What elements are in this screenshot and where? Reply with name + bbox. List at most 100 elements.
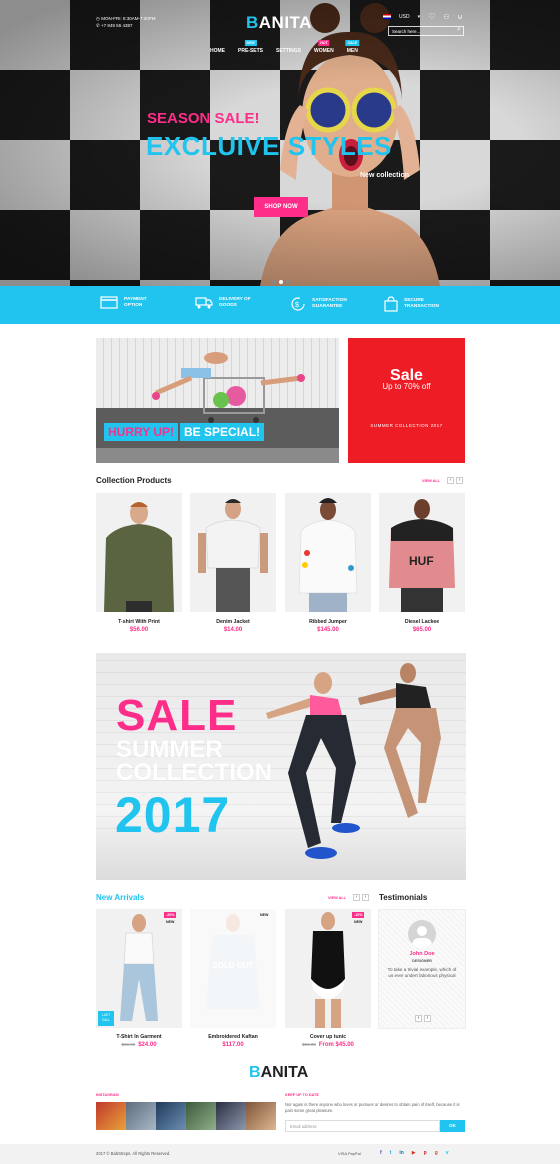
- view-all-link[interactable]: VIEW ALL: [422, 479, 440, 483]
- svg-text:$: $: [295, 302, 299, 309]
- logo-text: ANITA: [260, 1064, 309, 1081]
- slider-dot[interactable]: [272, 280, 276, 284]
- subscribe-button[interactable]: OK: [440, 1120, 465, 1132]
- product-name[interactable]: Ribbed Jumper: [285, 619, 371, 625]
- hero-subtitle: New collection: [360, 172, 410, 179]
- collection-arrows: ‹ ›: [447, 477, 463, 484]
- nav-women[interactable]: HOT WOMEN: [314, 40, 334, 54]
- instagram-photo[interactable]: [156, 1102, 186, 1130]
- header-tools: USD ▾ ♡ ⚇ ⊍: [383, 12, 463, 21]
- nav-tag-sale: SALE: [345, 40, 359, 46]
- testimonials-title: Testimonials: [379, 893, 428, 902]
- product-price: $14.00: [223, 627, 243, 633]
- slider-dot[interactable]: [286, 280, 290, 284]
- social-links: f t in ▶ p g v: [380, 1150, 449, 1156]
- email-field[interactable]: Email address: [285, 1120, 440, 1132]
- product-price: $24.00: [138, 1042, 157, 1048]
- arrivals-arrows: ‹ ›: [353, 894, 369, 901]
- nav-presets[interactable]: NEW PRE-SETS: [238, 40, 264, 54]
- product-name[interactable]: Denim Jacket: [190, 619, 276, 625]
- product-image[interactable]: [96, 493, 182, 612]
- product-image[interactable]: [190, 493, 276, 612]
- collection-title: Collection Products: [96, 476, 172, 485]
- product-image[interactable]: HUF: [379, 493, 465, 612]
- nav-settings[interactable]: SETTINGS: [276, 48, 301, 54]
- logo-initial: B: [249, 1064, 261, 1081]
- product-name[interactable]: Diesel Lackee: [379, 619, 465, 625]
- last-call-badge: LAST CALL: [98, 1011, 114, 1026]
- footer-logo[interactable]: BANITA: [249, 1064, 308, 1082]
- logo-text: ANITA: [258, 13, 312, 32]
- pinterest-icon[interactable]: p: [424, 1150, 427, 1156]
- next-arrow-icon[interactable]: ›: [362, 894, 369, 901]
- instagram-photo[interactable]: [216, 1102, 246, 1130]
- product-price: From $45.00: [318, 1042, 354, 1048]
- instagram-title: INSTAGRAM: [96, 1093, 119, 1097]
- summer-word: SUMMER: [116, 736, 223, 763]
- product-name[interactable]: T-shirt With Print: [96, 619, 182, 625]
- chevron-down-icon[interactable]: ▾: [418, 14, 421, 20]
- prev-arrow-icon[interactable]: ‹: [447, 477, 454, 484]
- phone-icon: ✆: [96, 23, 100, 28]
- nav-label: PRE-SETS: [238, 48, 264, 54]
- user-icon[interactable]: ⚇: [443, 13, 449, 21]
- nav-men[interactable]: SALE MEN: [345, 40, 359, 54]
- nav-tag-hot: HOT: [318, 40, 330, 46]
- instagram-gallery: [96, 1102, 276, 1130]
- product-image[interactable]: [285, 493, 371, 612]
- nav-home[interactable]: HOME: [210, 48, 225, 54]
- product-price: $65.00: [412, 627, 432, 633]
- product-price: $145.00: [317, 627, 339, 633]
- product-image[interactable]: SOLD OUT: [190, 909, 276, 1028]
- site-logo[interactable]: BANITA: [246, 13, 312, 33]
- logo-initial: B: [246, 13, 259, 32]
- flag-icon[interactable]: [383, 14, 391, 19]
- promo-banner-sale[interactable]: Sale Up to 70% off SUMMER COLLECTION 201…: [348, 338, 465, 463]
- prev-arrow-icon[interactable]: ‹: [353, 894, 360, 901]
- googleplus-icon[interactable]: g: [435, 1150, 438, 1156]
- discount-badge: -20%: [164, 912, 177, 918]
- sale-discount: Up to 70% off: [382, 382, 431, 391]
- currency-selector[interactable]: USD: [399, 14, 410, 20]
- twitter-icon[interactable]: t: [390, 1150, 392, 1156]
- instagram-photo[interactable]: [126, 1102, 156, 1130]
- product-price: $117.00: [222, 1042, 244, 1048]
- cart-icon[interactable]: ⊍: [458, 13, 463, 21]
- vimeo-icon[interactable]: v: [446, 1150, 449, 1156]
- linkedin-icon[interactable]: in: [399, 1150, 403, 1156]
- youtube-icon[interactable]: ▶: [412, 1150, 416, 1156]
- facebook-icon[interactable]: f: [380, 1150, 382, 1156]
- view-all-link[interactable]: VIEW ALL: [328, 896, 346, 900]
- avatar: [408, 920, 436, 948]
- sold-out-label: SOLD OUT: [212, 961, 254, 970]
- summer-year: 2017: [115, 787, 231, 843]
- search-input[interactable]: Search here...: [388, 26, 464, 36]
- next-arrow-icon[interactable]: ›: [424, 1015, 431, 1022]
- svg-text:HUF: HUF: [409, 554, 434, 568]
- product-name[interactable]: T-Shirt In Garment: [96, 1034, 182, 1040]
- testimonial-role: DESIGNER: [412, 959, 432, 963]
- phone-number[interactable]: +7 849 55 4387: [101, 23, 132, 28]
- next-arrow-icon[interactable]: ›: [456, 477, 463, 484]
- prev-arrow-icon[interactable]: ‹: [415, 1015, 422, 1022]
- promo-image: [152, 352, 305, 423]
- hurry-text: HURRY UP!: [104, 423, 179, 441]
- instagram-photo[interactable]: [96, 1102, 126, 1130]
- nav-tag-new: NEW: [244, 40, 257, 46]
- copyright-text: 2017 © BabStreps. All Rights Reserved.: [96, 1151, 171, 1156]
- instagram-photo[interactable]: [186, 1102, 216, 1130]
- payment-methods: VISA PayPal: [338, 1151, 361, 1156]
- instagram-photo[interactable]: [246, 1102, 276, 1130]
- product-name[interactable]: Cover up tunic: [285, 1034, 371, 1040]
- search-icon[interactable]: ⌕: [457, 26, 461, 34]
- nav-label: MEN: [346, 48, 358, 54]
- shop-now-button[interactable]: SHOP NOW: [254, 197, 308, 217]
- hero-eyebrow: SEASON SALE!: [147, 110, 260, 127]
- collection-word: COLLECTION: [116, 759, 272, 786]
- heart-icon[interactable]: ♡: [428, 12, 435, 21]
- slider-dot-active[interactable]: [279, 280, 283, 284]
- promo-banner-special[interactable]: [96, 338, 339, 463]
- product-image[interactable]: [285, 909, 371, 1028]
- product-name[interactable]: Embroidered Kaftan: [190, 1034, 276, 1040]
- summer-sale-banner[interactable]: SALE SUMMER COLLECTION 2017: [96, 653, 466, 880]
